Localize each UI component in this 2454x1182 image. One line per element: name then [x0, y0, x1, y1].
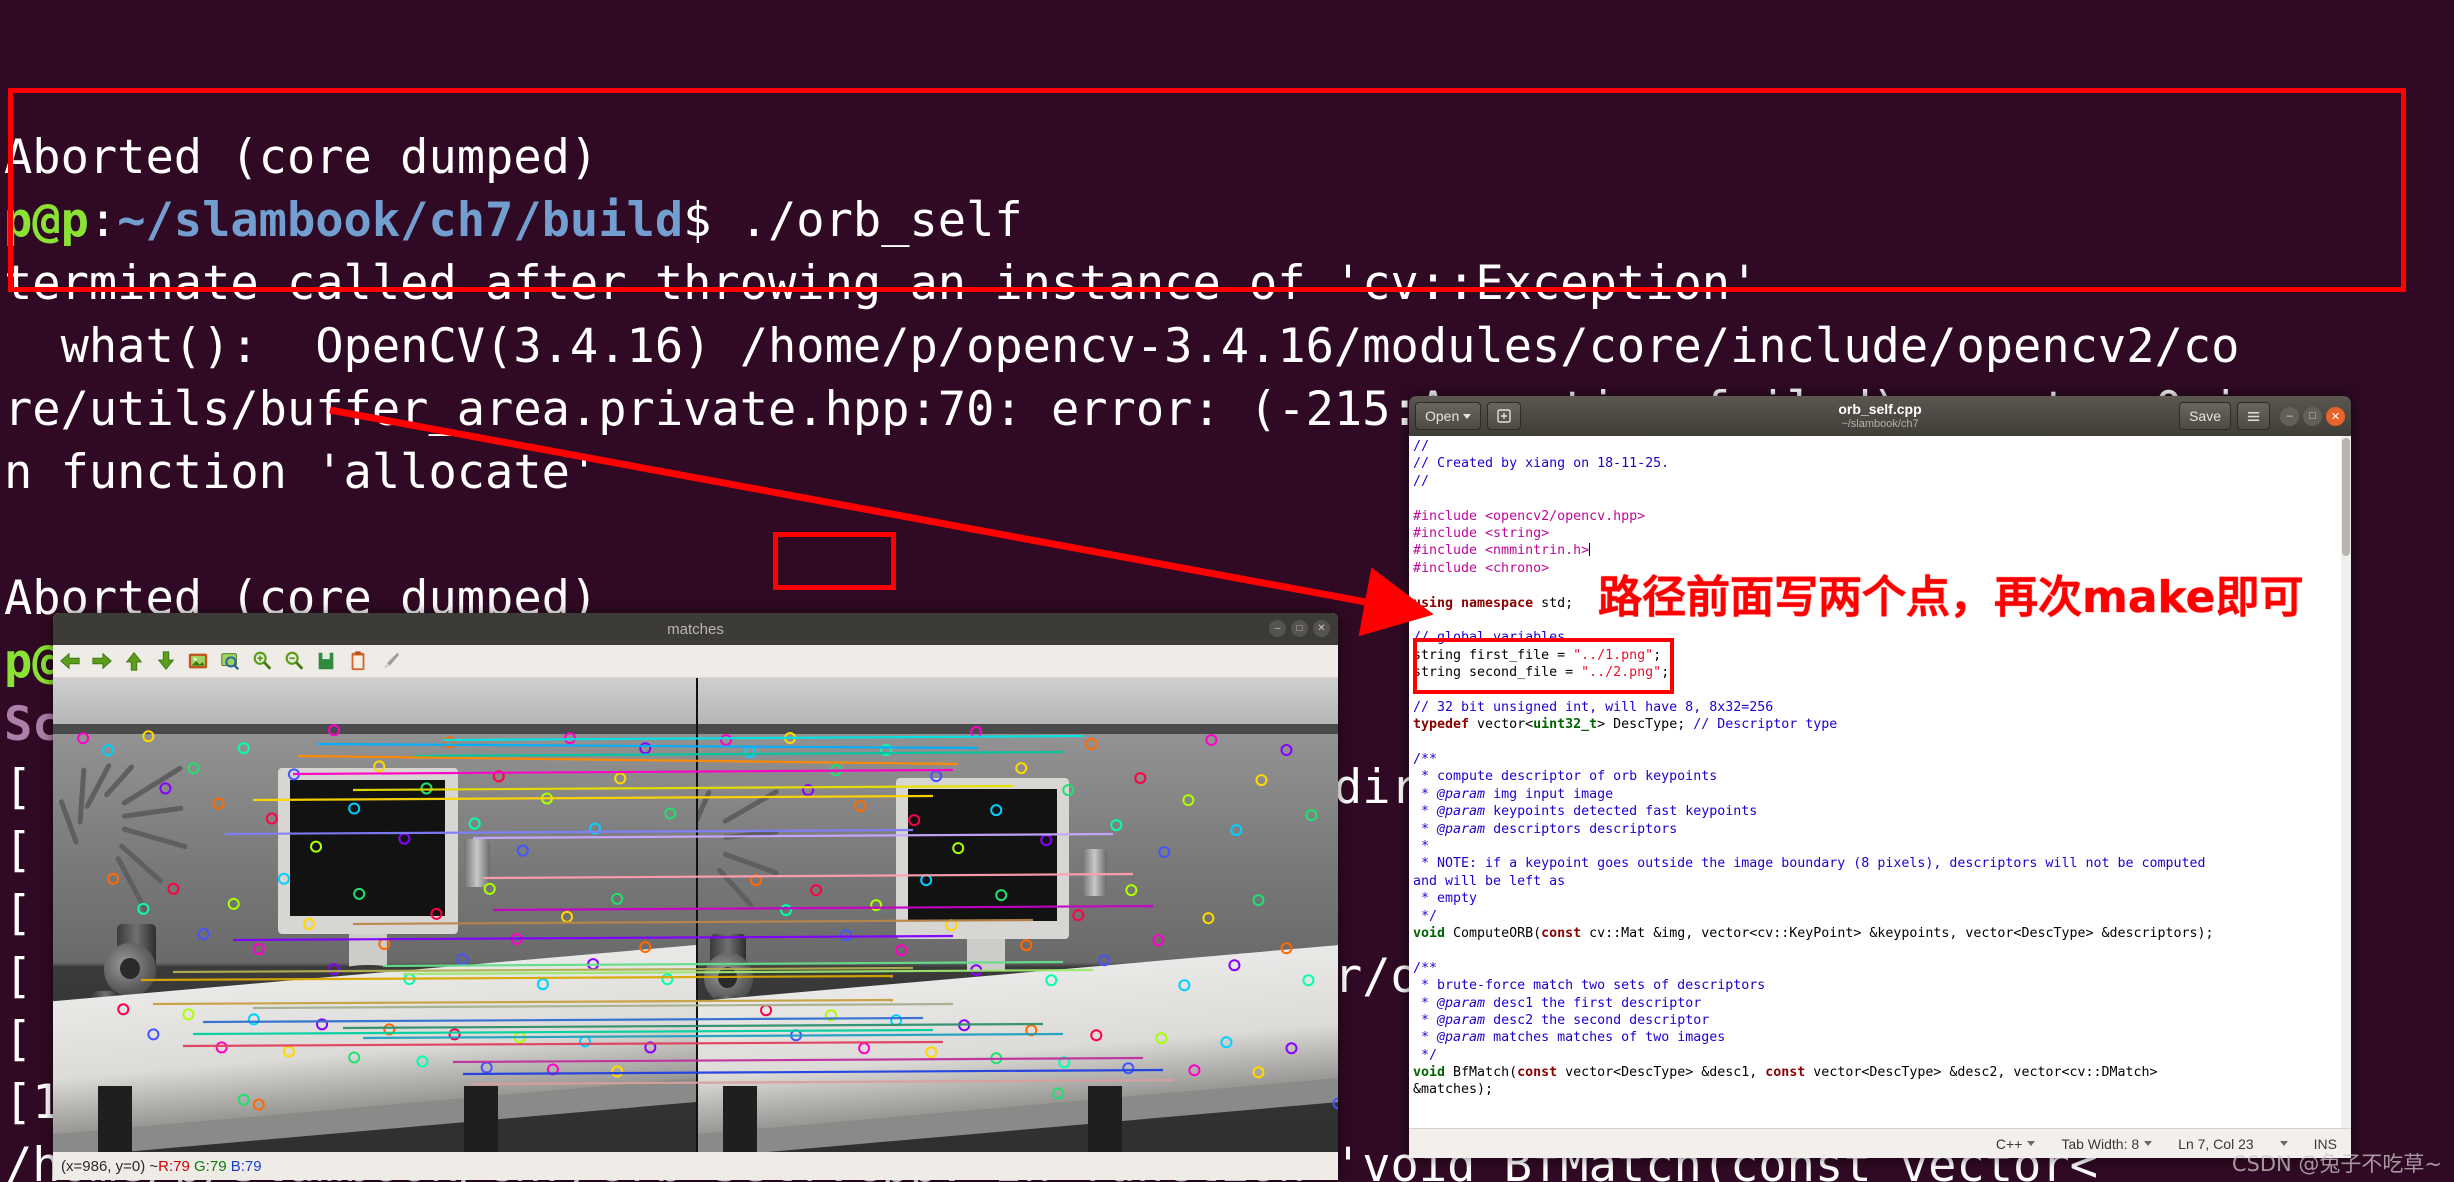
tab-width-selector[interactable]: Tab Width: 8 [2061, 1135, 2153, 1152]
image-icon[interactable] [187, 650, 209, 672]
code-line: string first_file = "../1.png"; [1413, 647, 1662, 663]
save-icon[interactable] [315, 650, 337, 672]
code-line: and will be left as [1413, 873, 1566, 889]
language-selector[interactable]: C++ [1995, 1135, 2036, 1152]
code-line: // 32 bit unsigned int, will have 8, 8x3… [1413, 699, 1774, 715]
terminal-line: terminate called after throwing an insta… [4, 256, 1759, 311]
maximize-icon[interactable]: □ [1291, 620, 1308, 637]
new-document-button[interactable] [1487, 402, 1522, 430]
code-text-area[interactable]: //// Created by xiang on 18-11-25.// #in… [1409, 436, 2351, 1128]
terminal-line: Aborted (core dumped) [4, 130, 599, 185]
editor-window-buttons[interactable]: – □ ✕ [2280, 406, 2345, 426]
arrow-up-icon[interactable] [123, 650, 145, 672]
code-line: /** [1413, 752, 1438, 768]
code-line: * @param descriptors descriptors [1413, 821, 1678, 837]
image-viewer-window[interactable]: matches – □ ✕ (x=986, y=0) ~ R:79 G:79 B… [53, 613, 1338, 1180]
chinese-annotation-text: 路径前面写两个点，再次make即可 [1598, 572, 2304, 623]
terminal-line: what(): OpenCV(3.4.16) /home/p/opencv-3.… [4, 319, 2240, 374]
code-line: * @param matches matches of two images [1413, 1030, 1726, 1046]
code-line: * compute descriptor of orb keypoints [1413, 769, 1718, 785]
zoom-fit-icon[interactable] [219, 650, 241, 672]
code-line: void ComputeORB(const cv::Mat &img, vect… [1413, 925, 2214, 941]
code-line: * @param desc1 the first descriptor [1413, 995, 1702, 1011]
code-line: * NOTE: if a keypoint goes outside the i… [1413, 856, 2206, 872]
close-icon[interactable]: ✕ [1313, 620, 1330, 637]
maximize-icon[interactable]: □ [2303, 406, 2322, 426]
editor-header[interactable]: Open orb_self.cpp ~/slambook/ch7 Save – … [1409, 396, 2351, 436]
save-button[interactable]: Save [2179, 402, 2231, 430]
image-viewer-toolbar[interactable] [53, 645, 1338, 678]
code-line: string second_file = "../2.png"; [1413, 665, 1670, 681]
terminal-line: p@p:~/slambook/ch7/build$ ./orb_self [4, 193, 1023, 248]
chevron-down-icon [1463, 413, 1472, 419]
save-button-label: Save [2189, 408, 2221, 424]
pixel-coords: (x=986, y=0) ~ [61, 1157, 159, 1175]
image-viewer-titlebar[interactable]: matches – □ ✕ [53, 613, 1338, 645]
arrow-down-icon[interactable] [155, 650, 177, 672]
match-lines-overlay [140, 734, 1174, 1086]
image-viewer-statusbar: (x=986, y=0) ~ R:79 G:79 B:79 [53, 1152, 1338, 1180]
code-line: // [1413, 473, 1430, 489]
code-line: // Created by xiang on 18-11-25. [1413, 456, 1670, 472]
code-line: void BfMatch(const vector<DescType> &des… [1413, 1065, 2158, 1081]
code-line: * brute-force match two sets of descript… [1413, 978, 1766, 994]
code-line: typedef vector<uint32_t> DescType; // De… [1413, 717, 1838, 733]
code-line: // [1413, 439, 1430, 454]
editor-statusbar[interactable]: C++ Tab Width: 8 Ln 7, Col 23 INS [1409, 1128, 2351, 1158]
code-line: #include <nmmintrin.h> [1413, 543, 1591, 559]
code-line: * empty [1413, 891, 1478, 907]
matched-images-canvas[interactable] [53, 678, 1338, 1152]
hamburger-menu-button[interactable] [2237, 402, 2270, 430]
tab-width-label: Tab Width: 8 [2061, 1135, 2140, 1152]
close-icon[interactable]: ✕ [2326, 406, 2345, 426]
code-line: &matches); [1413, 1082, 1494, 1098]
pixel-green-value: G:79 [194, 1157, 227, 1175]
editor-scrollbar[interactable] [2341, 436, 2351, 1128]
brush-icon[interactable] [379, 650, 401, 672]
zoom-in-icon[interactable] [251, 650, 273, 672]
code-line: #include <string> [1413, 525, 1550, 541]
copy-icon[interactable] [347, 650, 369, 672]
arrow-right-icon[interactable] [91, 650, 113, 672]
editor-header-right[interactable]: Save – □ ✕ [2179, 402, 2345, 430]
code-line: #include <opencv2/opencv.hpp> [1413, 508, 1646, 524]
code-line: */ [1413, 1047, 1438, 1063]
open-button[interactable]: Open [1415, 402, 1482, 430]
pixel-red-value: R:79 [158, 1157, 190, 1175]
minimize-icon[interactable]: – [2280, 406, 2299, 426]
csdn-watermark: CSDN @兔子不吃草~ [2231, 1152, 2442, 1176]
text-editor-window[interactable]: Open orb_self.cpp ~/slambook/ch7 Save – … [1409, 396, 2351, 1158]
pixel-blue-value: B:79 [230, 1157, 262, 1175]
hamburger-menu-icon [2247, 411, 2260, 421]
code-line: * [1413, 838, 1430, 854]
chevron-down-icon [2027, 1141, 2036, 1146]
position-dropdown[interactable] [2279, 1141, 2288, 1146]
scrollbar-thumb[interactable] [2342, 438, 2350, 556]
zoom-out-icon[interactable] [283, 650, 305, 672]
text-cursor [1589, 543, 1591, 557]
image-viewer-window-buttons[interactable]: – □ ✕ [1269, 620, 1330, 637]
new-document-icon [1497, 409, 1511, 423]
code-line: * @param desc2 the second descriptor [1413, 1012, 1710, 1028]
arrow-left-icon[interactable] [59, 650, 81, 672]
code-line: */ [1413, 908, 1438, 924]
code-line: * @param keypoints detected fast keypoin… [1413, 804, 1758, 820]
code-line: * @param img input image [1413, 786, 1614, 802]
minimize-icon[interactable]: – [1269, 620, 1286, 637]
code-line: // global variables [1413, 630, 1566, 646]
image-viewer-title: matches [667, 620, 724, 638]
language-label: C++ [1995, 1135, 2023, 1152]
chevron-down-icon [2279, 1141, 2288, 1146]
code-line: /** [1413, 960, 1438, 976]
open-button-label: Open [1425, 408, 1460, 424]
chevron-down-icon [2144, 1141, 2153, 1146]
